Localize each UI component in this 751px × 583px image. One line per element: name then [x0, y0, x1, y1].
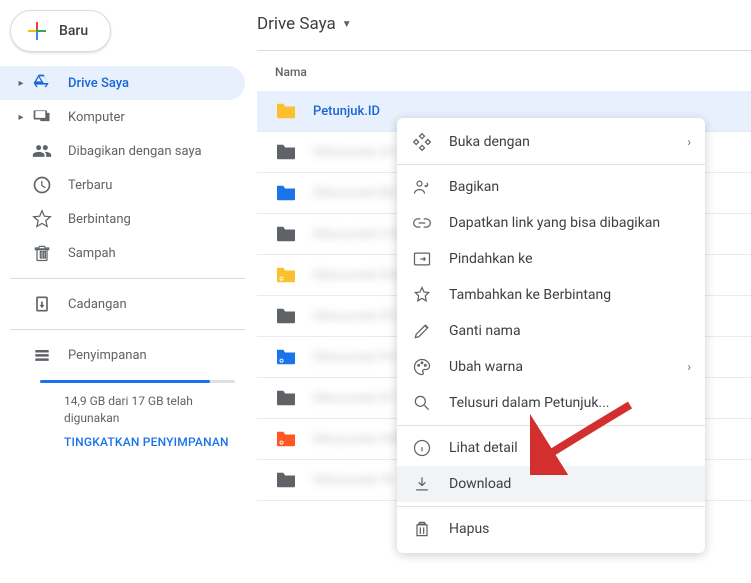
trash-icon: [411, 519, 433, 539]
divider: [397, 425, 705, 426]
sidebar-item-storage[interactable]: Penyimpanan: [0, 338, 245, 372]
file-name: Obscured E5: [313, 309, 397, 324]
sidebar-item-trash[interactable]: Sampah: [0, 236, 245, 270]
chevron-down-icon: ▼: [342, 19, 352, 30]
file-name: Obscured I9: [313, 473, 394, 488]
chevron-right-icon: ›: [687, 360, 691, 374]
sidebar-item-drive[interactable]: ▸ Drive Saya: [0, 66, 245, 100]
ctx-share[interactable]: Bagikan: [397, 169, 705, 205]
folder-icon: [275, 389, 297, 407]
file-name: Obscured G7: [313, 391, 399, 406]
ctx-label: Ganti nama: [449, 323, 521, 339]
folder-icon: [275, 471, 297, 489]
star-icon: [411, 285, 433, 305]
ctx-rename[interactable]: Ganti nama: [397, 313, 705, 349]
trash-icon: [30, 243, 54, 263]
folder-icon: [275, 307, 297, 325]
divider: [10, 278, 245, 279]
backup-label: Cadangan: [68, 297, 127, 312]
ctx-label: Dapatkan link yang bisa dibagikan: [449, 215, 660, 231]
folder-icon: [275, 430, 297, 448]
ctx-info[interactable]: Lihat detail: [397, 430, 705, 466]
expand-icon: ▸: [12, 112, 30, 123]
sidebar-item-label: Komputer: [68, 110, 125, 125]
drive-icon: [30, 73, 54, 93]
storage-label: Penyimpanan: [68, 348, 147, 363]
ctx-label: Tambahkan ke Berbintang: [449, 287, 611, 303]
ctx-label: Hapus: [449, 521, 489, 537]
folder-icon: [275, 143, 297, 161]
ctx-open[interactable]: Buka dengan ›: [397, 124, 705, 160]
file-name: Obscured H8: [313, 432, 399, 447]
expand-icon: ▸: [12, 78, 30, 89]
ctx-move[interactable]: Pindahkan ke: [397, 241, 705, 277]
ctx-label: Ubah warna: [449, 359, 523, 375]
chevron-right-icon: ›: [687, 135, 691, 149]
ctx-label: Download: [449, 476, 511, 492]
sidebar-item-label: Dibagikan dengan saya: [68, 144, 202, 159]
storage-bar: [40, 380, 235, 383]
context-menu: Buka dengan › Bagikan Dapatkan link yang bi…: [397, 118, 705, 553]
folder-icon: [275, 225, 297, 243]
open-icon: [411, 132, 433, 152]
file-name: Obscured A1: [313, 145, 398, 160]
divider: [397, 164, 705, 165]
star-icon: [30, 209, 54, 229]
storage-icon: [30, 345, 54, 365]
recent-icon: [30, 175, 54, 195]
new-button[interactable]: Baru: [10, 10, 111, 52]
shared-icon: [30, 141, 54, 161]
ctx-palette[interactable]: Ubah warna ›: [397, 349, 705, 385]
sidebar-item-label: Berbintang: [68, 212, 131, 227]
ctx-download[interactable]: Download: [397, 466, 705, 502]
column-header-name[interactable]: Nama: [257, 51, 751, 91]
palette-icon: [411, 357, 433, 377]
ctx-search[interactable]: Telusuri dalam Petunjuk...: [397, 385, 705, 421]
ctx-trash[interactable]: Hapus: [397, 511, 705, 547]
storage-upgrade-link[interactable]: TINGKATKAN PENYIMPANAN: [64, 435, 245, 449]
sidebar-item-label: Sampah: [68, 246, 116, 261]
download-icon: [411, 474, 433, 494]
file-name: Obscured D4: [313, 268, 399, 283]
backup-icon: [30, 294, 54, 314]
ctx-label: Telusuri dalam Petunjuk...: [449, 395, 610, 411]
breadcrumb-title: Drive Saya: [257, 14, 336, 34]
folder-icon: [275, 102, 297, 120]
ctx-link[interactable]: Dapatkan link yang bisa dibagikan: [397, 205, 705, 241]
sidebar-item-label: Terbaru: [68, 178, 112, 193]
link-icon: [411, 213, 433, 233]
divider: [10, 329, 245, 330]
share-icon: [411, 177, 433, 197]
sidebar-item-label: Drive Saya: [68, 76, 129, 91]
search-icon: [411, 393, 433, 413]
ctx-label: Lihat detail: [449, 440, 518, 456]
sidebar-item-shared[interactable]: Dibagikan dengan saya: [0, 134, 245, 168]
sidebar-item-backup[interactable]: Cadangan: [0, 287, 245, 321]
new-button-label: Baru: [59, 23, 88, 39]
sidebar-item-recent[interactable]: Terbaru: [0, 168, 245, 202]
storage-text: 14,9 GB dari 17 GB telah digunakan: [64, 393, 214, 427]
folder-icon: [275, 348, 297, 366]
ctx-star[interactable]: Tambahkan ke Berbintang: [397, 277, 705, 313]
file-name: Petunjuk.ID: [313, 104, 380, 119]
ctx-label: Buka dengan: [449, 134, 530, 150]
computer-icon: [30, 107, 54, 127]
ctx-label: Bagikan: [449, 179, 499, 195]
rename-icon: [411, 321, 433, 341]
folder-icon: [275, 184, 297, 202]
divider: [397, 506, 705, 507]
file-name: Obscured F6: [313, 350, 397, 365]
file-name: Obscured B2: [313, 186, 398, 201]
plus-icon: [25, 19, 49, 43]
ctx-label: Pindahkan ke: [449, 251, 533, 267]
move-icon: [411, 249, 433, 269]
sidebar-item-computer[interactable]: ▸ Komputer: [0, 100, 245, 134]
sidebar-item-star[interactable]: Berbintang: [0, 202, 245, 236]
info-icon: [411, 438, 433, 458]
breadcrumb[interactable]: Drive Saya ▼: [257, 0, 751, 51]
folder-icon: [275, 266, 297, 284]
storage-bar-fill: [40, 380, 210, 383]
file-name: Obscured C3: [313, 227, 398, 242]
